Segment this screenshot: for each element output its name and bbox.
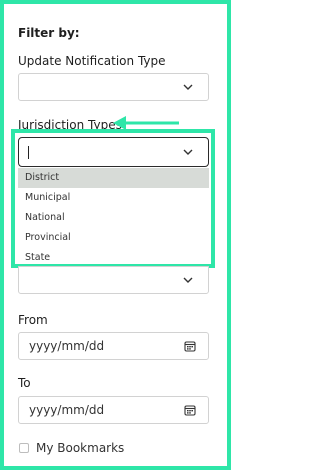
my-bookmarks-checkbox[interactable] [19, 443, 29, 453]
chevron-down-icon [182, 82, 194, 92]
to-label: To [18, 376, 31, 390]
to-date-input[interactable]: yyyy/mm/dd [18, 396, 209, 424]
calendar-icon[interactable] [184, 340, 196, 352]
from-date-placeholder: yyyy/mm/dd [29, 339, 105, 353]
jurisdiction-types-select[interactable] [18, 137, 209, 167]
option-district[interactable]: District [18, 168, 209, 188]
from-label: From [18, 313, 48, 327]
chevron-down-icon [182, 147, 194, 157]
option-provincial[interactable]: Provincial [18, 228, 209, 248]
from-date-input[interactable]: yyyy/mm/dd [18, 332, 209, 360]
option-municipal[interactable]: Municipal [18, 188, 209, 208]
filter-heading: Filter by: [18, 26, 80, 40]
update-notification-type-label: Update Notification Type [18, 54, 166, 68]
text-caret [28, 146, 29, 159]
to-date-placeholder: yyyy/mm/dd [29, 403, 105, 417]
calendar-icon[interactable] [184, 404, 196, 416]
option-state[interactable]: State [18, 248, 209, 268]
my-bookmarks-label: My Bookmarks [36, 441, 125, 455]
option-national[interactable]: National [18, 208, 209, 228]
chevron-down-icon [182, 275, 194, 285]
update-notification-type-select[interactable] [18, 73, 209, 101]
third-select[interactable] [18, 266, 209, 294]
jurisdiction-types-options: District Municipal National Provincial S… [18, 168, 209, 268]
